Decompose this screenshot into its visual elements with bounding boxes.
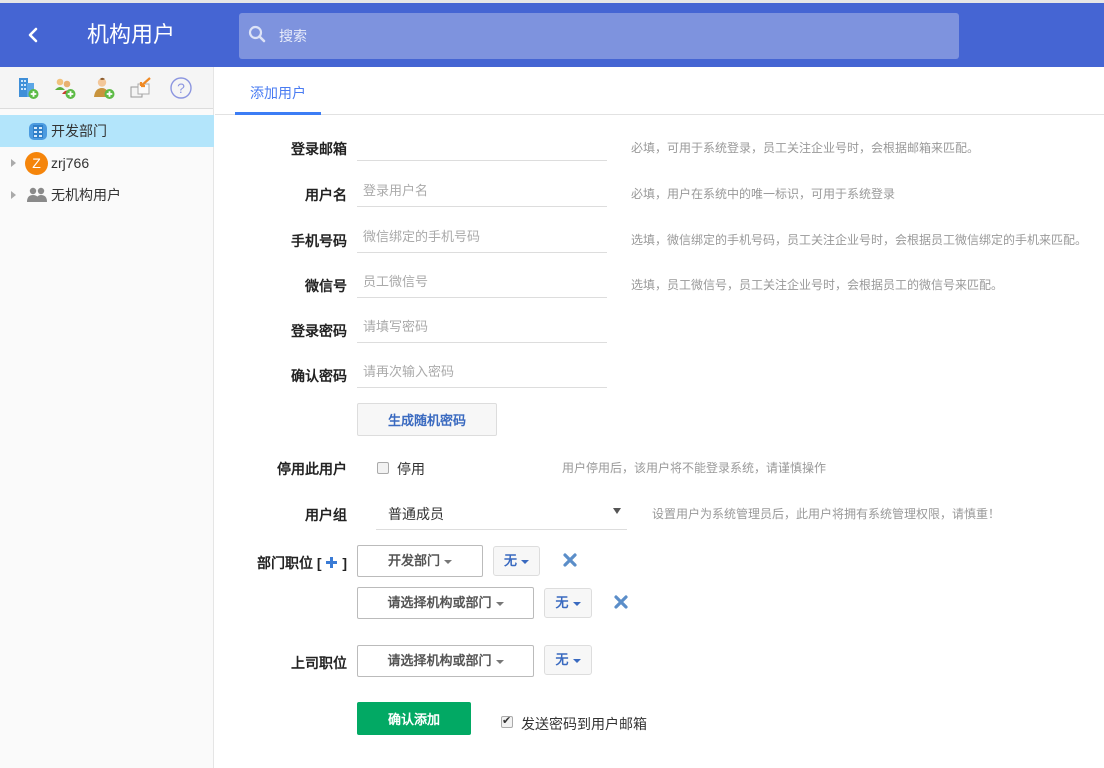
add-group-icon [55, 78, 76, 99]
send-password-email-label: 发送密码到用户邮箱 [521, 716, 647, 732]
caret-down-icon [572, 601, 581, 606]
search-box[interactable] [239, 13, 959, 59]
disable-user-checkbox-label: 停用 [397, 461, 425, 477]
wechat-hint: 选填，员工微信号，员工关注企业号时，会根据员工的微信号来匹配。 [631, 278, 1004, 292]
confirm-password-input[interactable] [357, 356, 607, 388]
user-group-selected: 普通成员 [388, 506, 444, 522]
users-group-icon [27, 187, 47, 202]
sidebar-toolbar: ? [0, 67, 213, 109]
add-organization-icon [19, 78, 39, 99]
tree-item-label: 开发部门 [51, 123, 107, 139]
dropdown-arrow-icon [613, 508, 621, 514]
import-button[interactable] [129, 76, 153, 100]
supervisor-position-value: 无 [555, 652, 569, 667]
username-hint: 必填，用户在系统中的唯一标识，可用于系统登录 [631, 187, 896, 201]
generate-password-button[interactable]: 生成随机密码 [357, 403, 497, 436]
position-select-2[interactable]: 无 [544, 588, 592, 618]
caret-down-icon [521, 559, 529, 564]
send-password-email-checkbox[interactable] [501, 714, 513, 728]
user-group-label: 用户组 [305, 507, 347, 523]
app-header: 机构用户 [0, 3, 1104, 67]
remove-dept-position-1-icon[interactable] [563, 553, 577, 567]
wechat-input[interactable] [357, 266, 607, 298]
back-button[interactable] [26, 23, 48, 47]
supervisor-dept-value: 请选择机构或部门 [387, 653, 492, 668]
dept-select-2[interactable]: 请选择机构或部门 [357, 587, 534, 619]
phone-hint: 选填，微信绑定的手机号码，员工关注企业号时，会根据员工微信绑定的手机来匹配。 [631, 233, 1088, 247]
avatar: Z [25, 152, 48, 175]
import-icon [130, 77, 151, 98]
bracket-close: ] [342, 555, 347, 571]
confirm-add-button[interactable]: 确认添加 [357, 702, 471, 735]
help-button[interactable]: ? [169, 76, 193, 100]
caret-down-icon [444, 559, 452, 564]
tab-bar: 添加用户 [215, 67, 1104, 115]
phone-label: 手机号码 [291, 233, 347, 249]
add-dept-position-button[interactable] [325, 555, 342, 571]
dept-position-label: 部门职位 [ ] [257, 553, 347, 573]
caret-down-icon [495, 601, 504, 606]
add-organization-button[interactable] [16, 76, 40, 100]
tree-item-zrj766[interactable]: Z zrj766 [0, 147, 214, 179]
page-title: 机构用户 [87, 22, 176, 47]
email-input[interactable] [357, 129, 607, 161]
svg-text:?: ? [177, 80, 185, 96]
email-hint: 必填，可用于系统登录，员工关注企业号时，会根据邮箱来匹配。 [631, 141, 980, 155]
expand-caret-icon[interactable] [11, 159, 16, 167]
tree-item-label: 无机构用户 [51, 187, 121, 203]
user-group-hint: 设置用户为系统管理员后，此用户将拥有系统管理权限，请慎重！ [652, 507, 1001, 521]
department-icon [29, 123, 47, 140]
dept-select-1[interactable]: 开发部门 [357, 545, 483, 577]
tree-item-dev-department[interactable]: 开发部门 [0, 115, 214, 147]
dept-select-value: 开发部门 [387, 553, 440, 568]
position-select-value: 无 [555, 595, 569, 610]
dept-select-value: 请选择机构或部门 [387, 595, 492, 610]
disable-user-label: 停用此用户 [277, 461, 347, 477]
active-tab-indicator [235, 112, 321, 115]
search-input[interactable] [279, 13, 939, 59]
wechat-label: 微信号 [305, 278, 347, 294]
position-select-value: 无 [503, 553, 517, 568]
disable-user-checkbox[interactable] [377, 462, 389, 474]
expand-caret-icon[interactable] [11, 191, 16, 199]
help-icon: ? [170, 77, 192, 99]
plus-icon [326, 557, 338, 568]
supervisor-position-select[interactable]: 无 [544, 645, 592, 675]
add-user-icon [94, 77, 115, 99]
password-input[interactable] [357, 311, 607, 343]
confirm-password-label: 确认密码 [291, 368, 347, 384]
user-group-select[interactable]: 普通成员 [376, 496, 627, 530]
disable-user-hint: 用户停用后，该用户将不能登录系统，请谨慎操作 [562, 461, 827, 475]
position-select-1[interactable]: 无 [493, 546, 540, 576]
phone-input[interactable] [357, 221, 607, 253]
tree-item-no-org-users[interactable]: 无机构用户 [0, 179, 214, 211]
chevron-left-icon [28, 27, 38, 43]
add-user-button[interactable] [92, 76, 116, 100]
caret-down-icon [495, 659, 504, 664]
dept-position-label-text: 部门职位 [256, 555, 313, 571]
search-icon [248, 25, 266, 43]
caret-down-icon [572, 658, 581, 663]
password-label: 登录密码 [291, 323, 347, 339]
sidebar: ? 开发部门 Z zrj766 无机构用户 [0, 67, 214, 768]
tree-item-label: zrj766 [51, 155, 90, 171]
remove-dept-position-2-icon[interactable] [614, 595, 628, 609]
supervisor-position-label: 上司职位 [291, 655, 347, 671]
username-input[interactable] [357, 175, 607, 207]
add-group-button[interactable] [53, 76, 77, 100]
email-label: 登录邮箱 [291, 141, 347, 157]
tab-add-user[interactable]: 添加用户 [235, 67, 321, 115]
username-label: 用户名 [305, 187, 347, 203]
bracket-open: [ [316, 555, 322, 571]
supervisor-dept-select[interactable]: 请选择机构或部门 [357, 645, 534, 677]
